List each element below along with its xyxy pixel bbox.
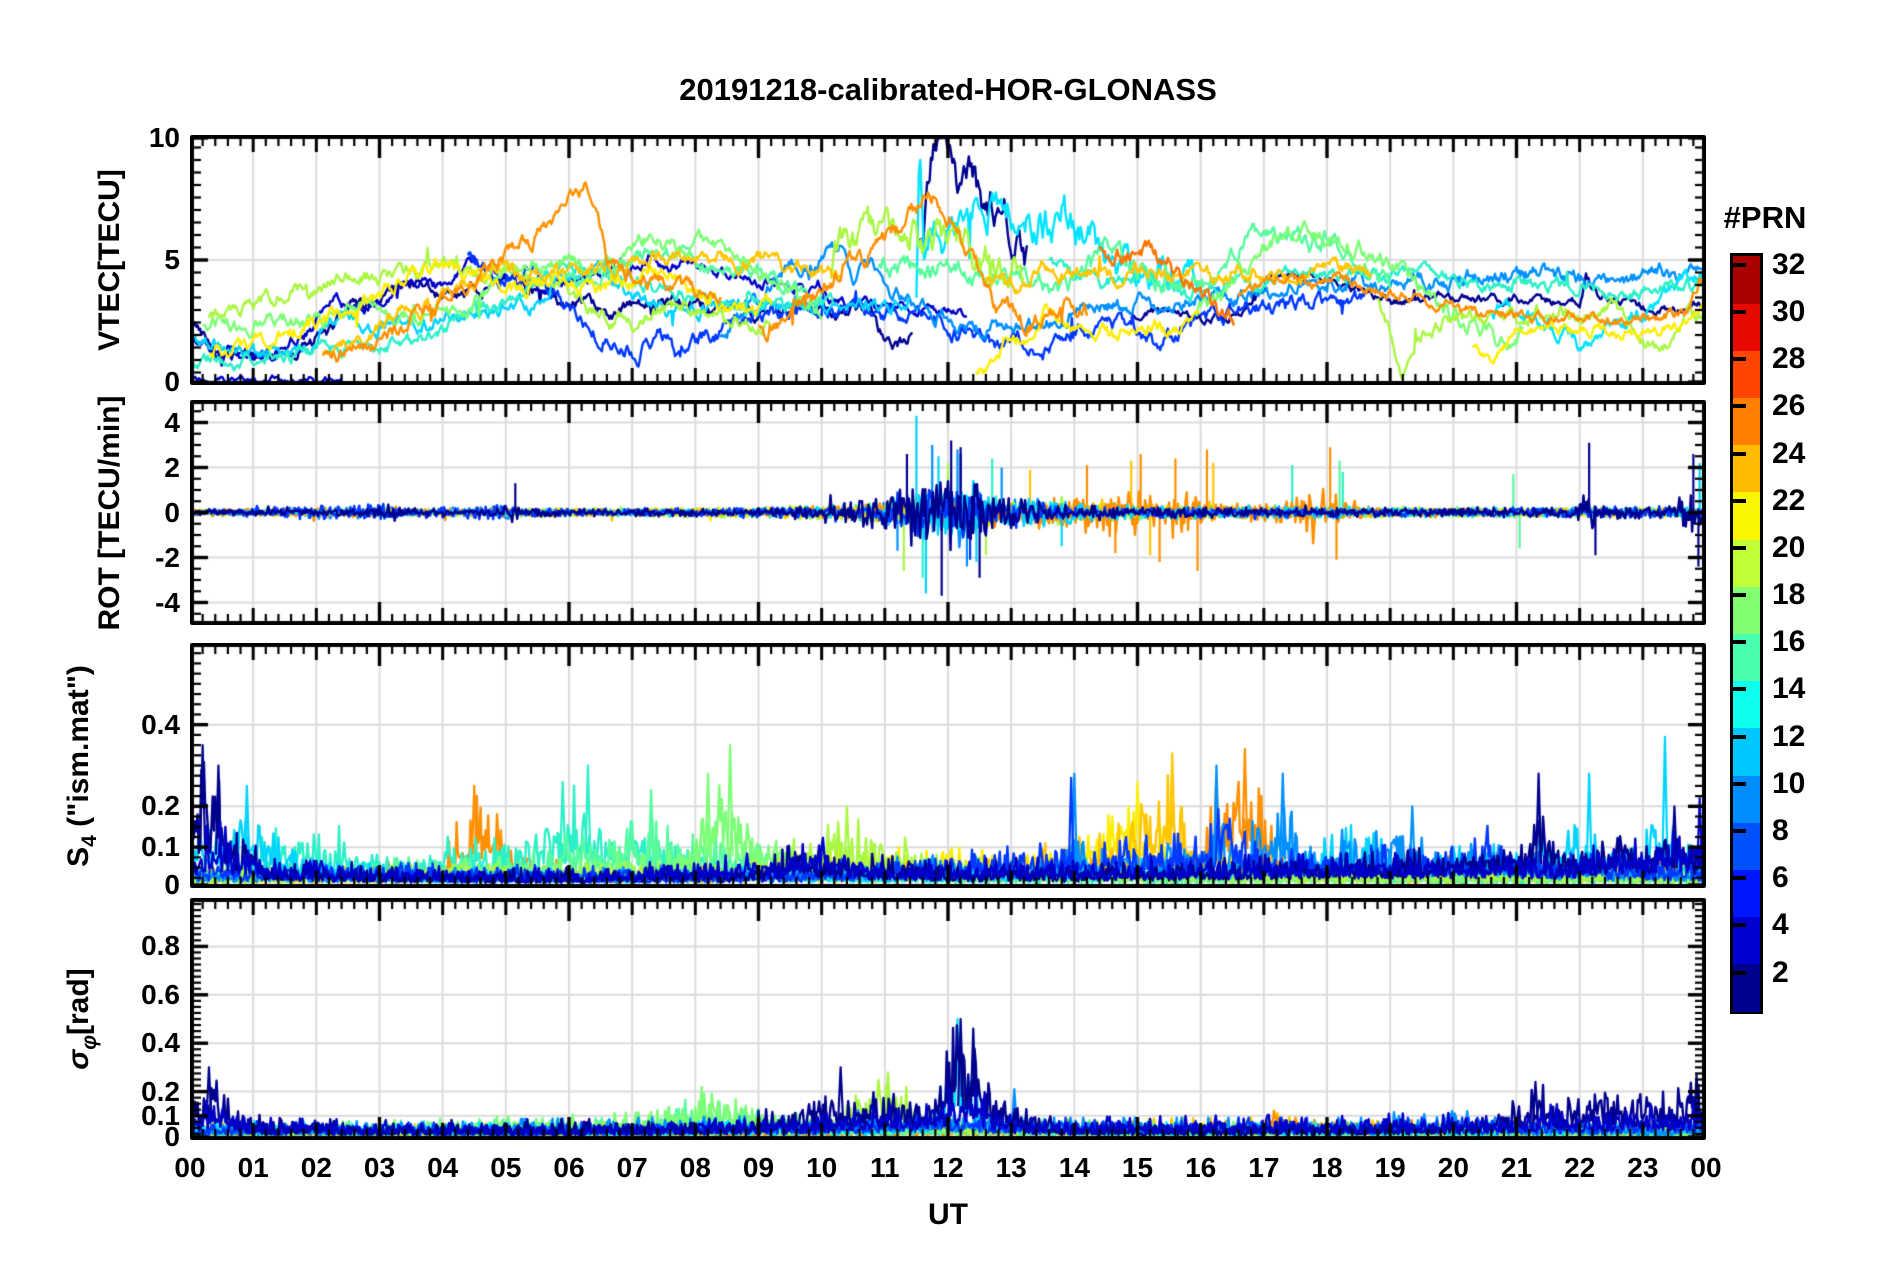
- colorbar-tick: [1733, 262, 1746, 267]
- colorbar-tick: [1733, 876, 1746, 881]
- colorbar-tick: [1733, 545, 1746, 550]
- colorbar: [1730, 253, 1763, 1014]
- colorbar-tick-label: 10: [1772, 766, 1806, 800]
- sigma_phi-ytick-label: 0.8: [141, 930, 180, 962]
- sigma_phi-panel: [190, 898, 1706, 1140]
- colorbar-tick-label: 18: [1772, 578, 1806, 612]
- colorbar-tick: [1733, 498, 1746, 503]
- s4-axis-label-part: ("ism.mat"): [62, 664, 95, 835]
- colorbar-tick-label: 32: [1772, 247, 1806, 281]
- colorbar-tick-label: 2: [1772, 955, 1789, 989]
- vtec-axis-label-part: VTEC[TECU]: [93, 169, 126, 351]
- colorbar-tick-label: 14: [1772, 672, 1806, 706]
- colorbar-tick-label: 24: [1772, 436, 1806, 470]
- colorbar-tick: [1733, 687, 1746, 692]
- colorbar-tick-label: 30: [1772, 294, 1806, 328]
- x-tick-label: 00: [1690, 1152, 1722, 1183]
- colorbar-title: #PRN: [1723, 200, 1807, 235]
- colorbar-tick: [1733, 640, 1746, 645]
- rot-panel: [190, 400, 1706, 625]
- rot-axis-label-part: ROT [TECU/min]: [93, 395, 126, 630]
- colorbar-tick-label: 28: [1772, 342, 1806, 376]
- plot-title: 20191218-calibrated-HOR-GLONASS: [679, 72, 1217, 107]
- x-axis-label: UT: [928, 1198, 968, 1231]
- colorbar-tick: [1733, 404, 1746, 409]
- rot-axis-label: ROT [TECU/min]: [93, 395, 127, 630]
- colorbar-tick: [1733, 357, 1746, 362]
- colorbar-tick-label: 16: [1772, 625, 1806, 659]
- colorbar-tick: [1733, 451, 1746, 456]
- colorbar-tick-label: 8: [1772, 814, 1789, 848]
- colorbar-tick-label: 26: [1772, 389, 1806, 423]
- colorbar-tick: [1733, 970, 1746, 975]
- sigma_phi-axis-label-part: φ: [78, 1034, 101, 1050]
- colorbar-tick: [1733, 829, 1746, 834]
- s4-axis-label-part: S: [62, 846, 95, 867]
- sigma_phi-axis-label-part: [rad]: [62, 968, 95, 1035]
- colorbar-tick: [1733, 734, 1746, 739]
- colorbar-tick-label: 6: [1772, 861, 1789, 895]
- vtec-ytick-label: 0: [164, 366, 180, 397]
- vtec-canvas: [190, 135, 1706, 385]
- s4-axis-label: S4 ("ism.mat"): [62, 665, 102, 867]
- s4-canvas: [190, 643, 1706, 888]
- colorbar-tick-label: 22: [1772, 483, 1806, 517]
- s4-panel: [190, 643, 1706, 888]
- s4-ytick-label: 0: [164, 869, 180, 900]
- sigma_phi-ytick-label: 0: [164, 1121, 180, 1152]
- sigma_phi-axis-label: σφ[rad]: [62, 968, 102, 1069]
- sigma_phi-axis-label-part: σ: [62, 1049, 95, 1070]
- colorbar-tick-label: 4: [1772, 908, 1789, 942]
- vtec-axis-label: VTEC[TECU]: [93, 169, 127, 351]
- colorbar-tick: [1733, 781, 1746, 786]
- rot-canvas: [190, 400, 1706, 625]
- colorbar-tick: [1733, 923, 1746, 928]
- vtec-panel: [190, 135, 1706, 385]
- colorbar-tick-label: 12: [1772, 719, 1806, 753]
- s4-axis-label-part: 4: [78, 834, 101, 847]
- colorbar-tick: [1733, 309, 1746, 314]
- colorbar-tick: [1733, 593, 1746, 598]
- colorbar-tick-label: 20: [1772, 530, 1806, 564]
- figure: 20191218-calibrated-HOR-GLONASS 10 5 0 VTEC…: [0, 0, 1902, 1272]
- sigma_phi-canvas: [190, 898, 1706, 1140]
- vtec-ytick-label: 10: [148, 122, 180, 153]
